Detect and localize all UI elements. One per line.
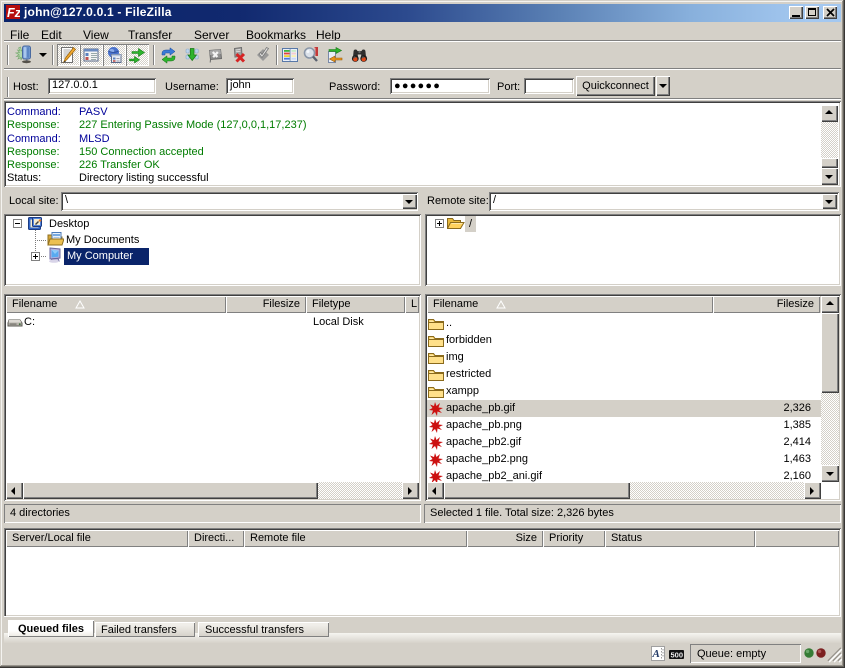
svg-text:500: 500 <box>671 651 684 660</box>
svg-text:Fz: Fz <box>7 6 20 19</box>
svg-text:A: A <box>652 648 660 660</box>
